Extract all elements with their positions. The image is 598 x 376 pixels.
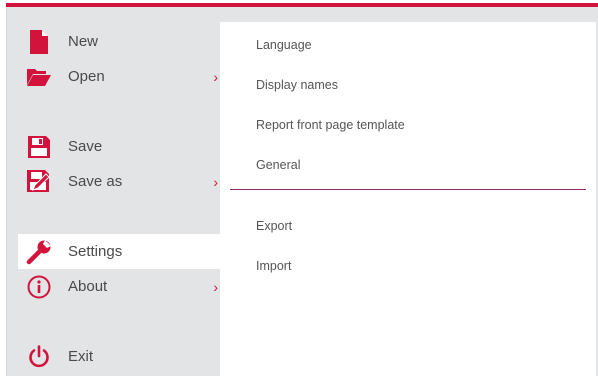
folder-open-icon — [26, 64, 52, 90]
chevron-right-icon: › — [213, 173, 218, 190]
menu-item-settings[interactable]: Settings — [18, 234, 220, 269]
submenu-divider — [230, 189, 586, 190]
menu-item-new[interactable]: New — [18, 24, 220, 59]
floppy-disk-pencil-icon — [26, 169, 52, 195]
menu-item-label: Open — [68, 68, 105, 85]
floppy-disk-icon — [26, 134, 52, 160]
menu-item-label: Exit — [68, 348, 94, 365]
submenu-item-language[interactable]: Language — [256, 38, 312, 52]
submenu-item-display-names[interactable]: Display names — [256, 78, 338, 92]
menu-item-exit[interactable]: Exit — [18, 339, 220, 374]
menu-item-label: About — [68, 278, 108, 295]
submenu-item-import[interactable]: Import — [256, 259, 291, 273]
menu-item-label: Save — [68, 138, 103, 155]
settings-submenu-panel: Language Display names Report front page… — [220, 22, 596, 376]
wrench-icon — [26, 239, 52, 265]
menu-item-open[interactable]: Open › — [18, 59, 220, 94]
menu-item-label: Save as — [68, 173, 123, 190]
menu-item-label: Settings — [68, 243, 123, 260]
sidebar: New Open › Save Save as › Settings About… — [6, 7, 220, 376]
chevron-right-icon: › — [213, 68, 218, 85]
submenu-item-export[interactable]: Export — [256, 219, 292, 233]
menu-item-about[interactable]: About › — [18, 269, 220, 304]
backstage-menu: New Open › Save Save as › Settings About… — [6, 3, 598, 376]
power-icon — [26, 344, 52, 370]
menu-item-label: New — [68, 33, 99, 50]
chevron-right-icon: › — [213, 278, 218, 295]
new-document-icon — [26, 29, 52, 55]
submenu-item-report-template[interactable]: Report front page template — [256, 118, 405, 132]
submenu-item-general[interactable]: General — [256, 158, 300, 172]
info-icon — [26, 274, 52, 300]
menu-item-save-as[interactable]: Save as › — [18, 164, 220, 199]
menu-item-save[interactable]: Save — [18, 129, 220, 164]
